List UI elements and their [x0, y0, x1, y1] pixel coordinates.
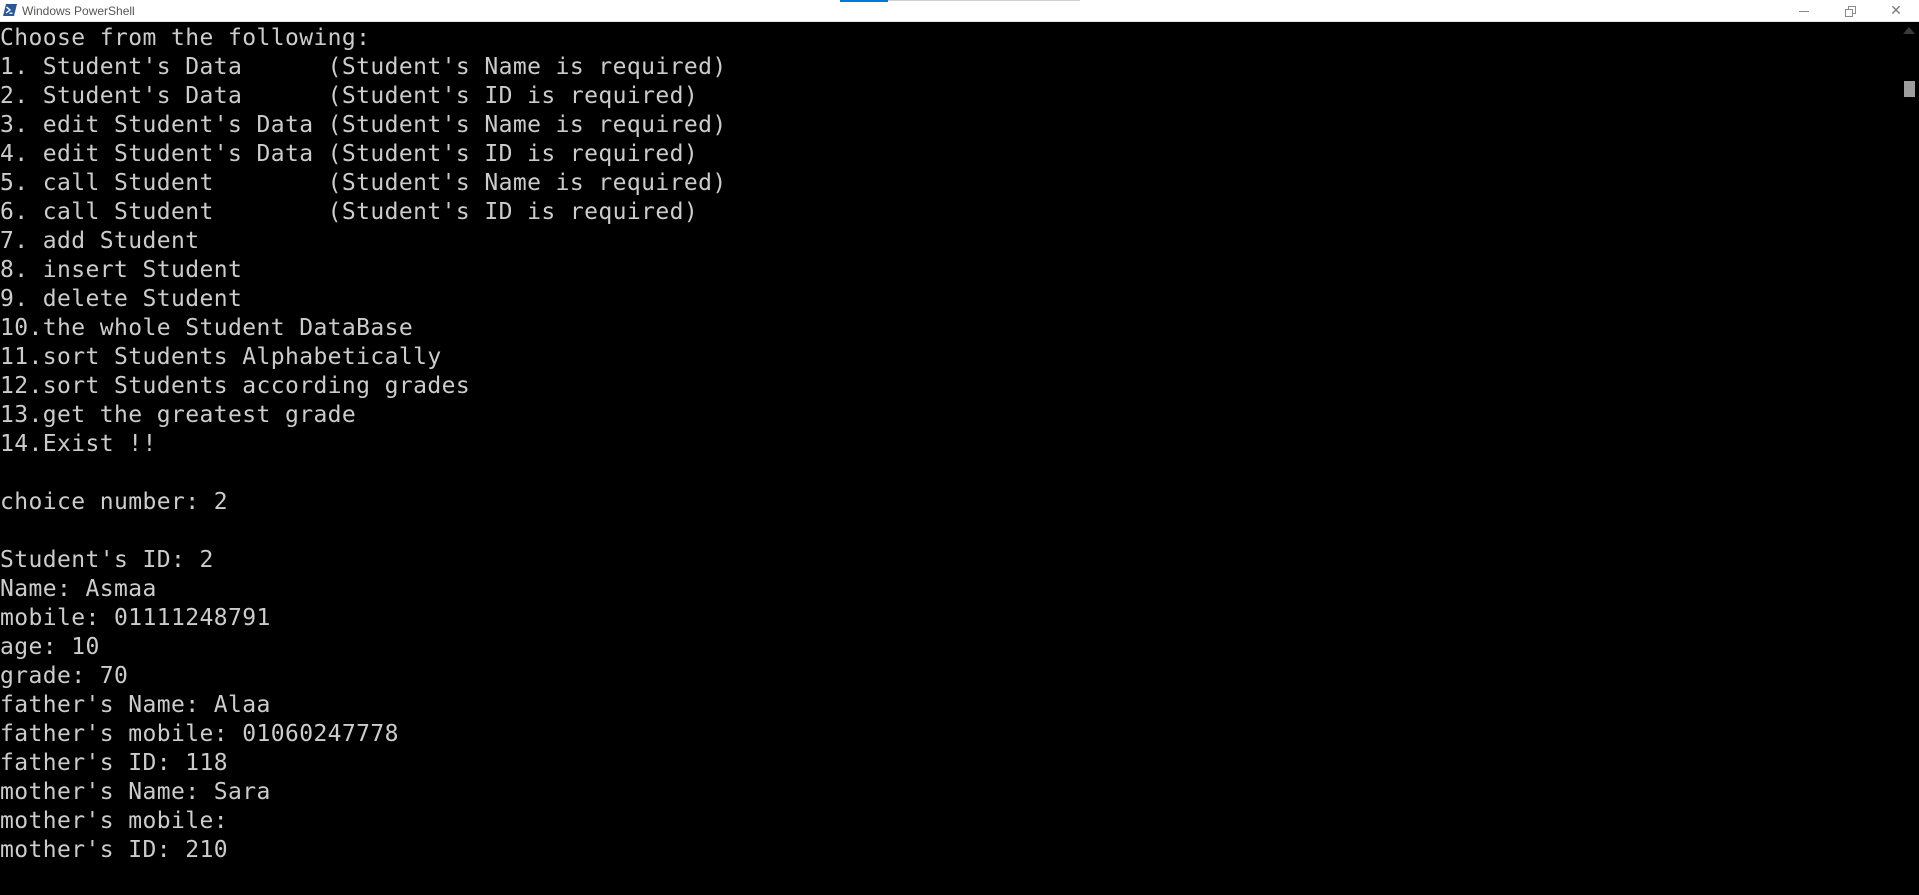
console-line: 6. call Student (Student's ID is require…	[0, 199, 699, 225]
console-line: 3. edit Student's Data (Student's Name i…	[0, 112, 727, 138]
title-accent-bar	[840, 0, 888, 2]
powershell-icon	[3, 3, 17, 17]
console-line: 1. Student's Data (Student's Name is req…	[0, 54, 727, 80]
console-line: 5. call Student (Student's Name is requi…	[0, 170, 727, 196]
console-line: 8. insert Student	[0, 257, 243, 283]
console-line: 7. add Student	[0, 228, 200, 254]
console-line: grade: 70	[0, 663, 129, 689]
vertical-scrollbar[interactable]	[1899, 23, 1919, 895]
console-line: father's ID: 118	[0, 750, 228, 776]
console-line: mother's ID: 210	[0, 837, 228, 863]
scrollbar-thumb[interactable]	[1904, 81, 1915, 97]
console-output[interactable]: Choose from the following: 1. Student's D…	[0, 23, 1899, 895]
restore-icon	[1844, 5, 1856, 17]
console-line: 9. delete Student	[0, 286, 243, 312]
console-line: father's mobile: 01060247778	[0, 721, 399, 747]
console-line: 13.get the greatest grade	[0, 402, 357, 428]
console-line: 4. edit Student's Data (Student's ID is …	[0, 141, 699, 167]
title-divider	[888, 0, 1080, 1]
console-line: mother's mobile:	[0, 808, 228, 834]
console-line: age: 10	[0, 634, 100, 660]
console-line: 11.sort Students Alphabetically	[0, 344, 442, 370]
console-line: Choose from the following:	[0, 25, 371, 51]
close-button[interactable]: ✕	[1873, 0, 1919, 22]
console-line: mother's Name: Sara	[0, 779, 271, 805]
title-bar[interactable]: Windows PowerShell ✕	[0, 0, 1919, 22]
powershell-window: Windows PowerShell ✕ Choose from the fol…	[0, 0, 1919, 895]
close-icon: ✕	[1890, 3, 1902, 19]
console-line: 10.the whole Student DataBase	[0, 315, 414, 341]
console-line: 12.sort Students according grades	[0, 373, 471, 399]
console-line: Name: Asmaa	[0, 576, 157, 602]
console-line: father's Name: Alaa	[0, 692, 271, 718]
scroll-up-icon[interactable]	[1903, 27, 1915, 34]
restore-button[interactable]	[1827, 0, 1873, 22]
console-line: 14.Exist !!	[0, 431, 157, 457]
console-line: mobile: 01111248791	[0, 605, 271, 631]
minimize-icon	[1799, 10, 1809, 12]
console-line: choice number: 2	[0, 489, 228, 515]
console-line: 2. Student's Data (Student's ID is requi…	[0, 83, 699, 109]
window-title: Windows PowerShell	[22, 4, 135, 18]
console-line: Student's ID: 2	[0, 547, 214, 573]
minimize-button[interactable]	[1781, 0, 1827, 22]
